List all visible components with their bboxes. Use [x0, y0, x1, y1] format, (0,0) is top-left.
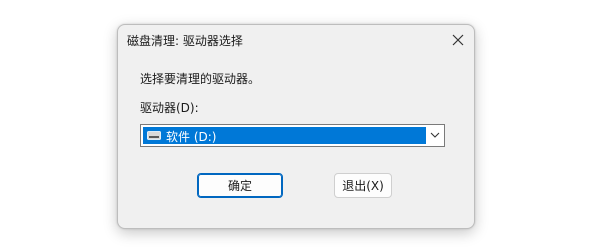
selected-option[interactable]: 软件 (D:)	[143, 127, 426, 144]
selected-drive-text: 软件 (D:)	[166, 130, 217, 144]
drive-select[interactable]: 软件 (D:)	[140, 124, 445, 147]
close-button[interactable]	[442, 25, 474, 56]
dialog-title: 磁盘清理: 驱动器选择	[127, 34, 243, 48]
exit-button[interactable]: 退出(X)	[334, 173, 392, 198]
instruction-text: 选择要清理的驱动器。	[140, 72, 261, 86]
chevron-down-icon[interactable]	[430, 131, 440, 139]
title-bar: 磁盘清理: 驱动器选择	[118, 25, 474, 56]
ok-button[interactable]: 确定	[197, 173, 283, 198]
drive-icon	[147, 131, 161, 140]
close-icon	[452, 34, 464, 46]
drive-field-label: 驱动器(D):	[140, 101, 199, 115]
drive-selection-dialog: 磁盘清理: 驱动器选择 选择要清理的驱动器。 驱动器(D): 软件 (D:) 确…	[117, 24, 475, 229]
